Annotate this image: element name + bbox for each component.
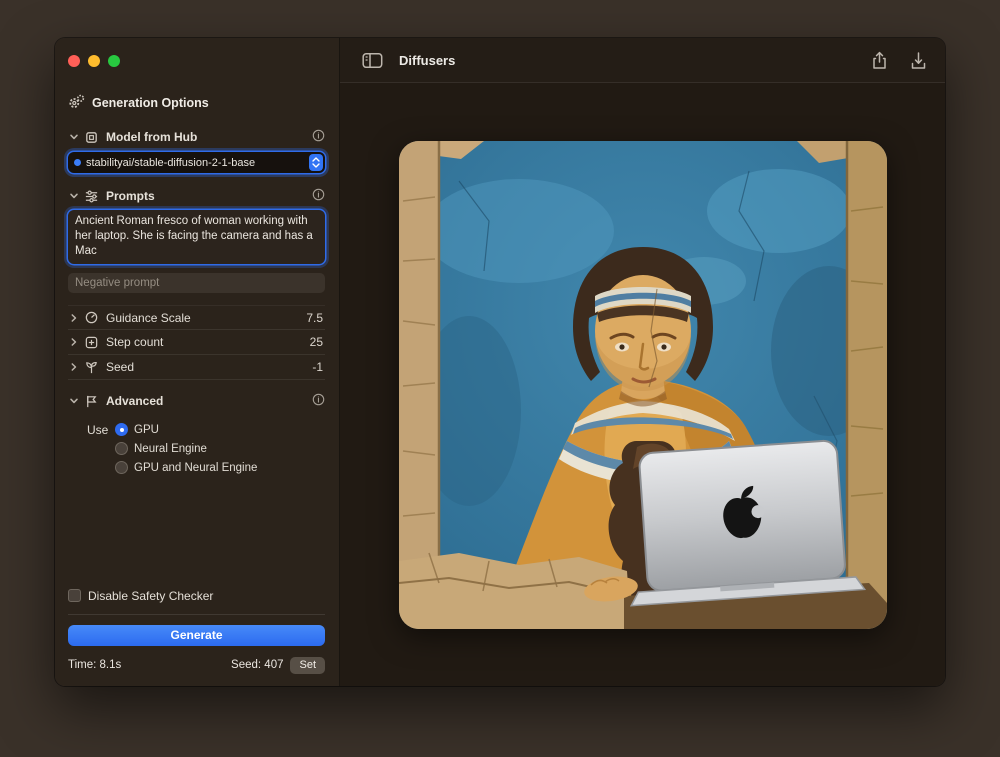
step-count-icon [84,335,101,350]
prompt-input[interactable]: Ancient Roman fresco of woman working wi… [68,210,325,264]
advanced-section-row[interactable]: Advanced i [68,391,325,411]
time-status: Time: 8.1s [68,659,121,671]
stepper-icon[interactable] [309,154,323,171]
seed-icon [84,360,101,375]
window-title: Diffusers [399,53,455,68]
flag-icon [84,394,101,409]
model-dropdown-value: stabilityai/stable-diffusion-2-1-base [86,157,309,169]
safety-checkbox[interactable] [68,589,81,602]
advanced-section-label: Advanced [106,394,163,408]
radio-row-gpu-and-neural-engine[interactable]: GPU and Neural Engine [87,458,325,477]
radio-gpu-label: GPU [134,424,159,436]
model-section-label: Model from Hub [106,130,197,144]
sidebar-toggle-icon[interactable] [362,52,383,69]
radio-gpu-and-neural-engine-label: GPU and Neural Engine [134,462,257,474]
chevron-right-icon[interactable] [68,312,84,324]
gauge-icon [84,310,101,325]
safety-checker-row[interactable]: Disable Safety Checker [68,589,325,603]
generation-options-header: Generation Options [68,94,325,112]
divider [68,614,325,615]
gears-icon [68,94,85,112]
app-window: Generation Options Model from Hub i [55,38,945,686]
sidebar: Generation Options Model from Hub i [55,38,340,686]
step-count-row[interactable]: Step count 25 [68,330,325,355]
svg-text:i: i [317,131,319,140]
model-dropdown[interactable]: stabilityai/stable-diffusion-2-1-base [68,152,325,173]
parameter-list: Guidance Scale 7.5 Step count 25 [68,305,325,380]
chevron-right-icon[interactable] [68,336,84,348]
sliders-icon [84,189,101,204]
radio-row-neural-engine[interactable]: Neural Engine [87,439,325,458]
svg-text:i: i [317,190,319,199]
seed-row[interactable]: Seed -1 [68,355,325,380]
seed-label: Seed [106,360,134,374]
download-icon[interactable] [910,51,927,70]
status-bar: Time: 8.1s Seed: 407 Set [68,657,325,674]
step-count-label: Step count [106,335,163,349]
generation-options-title: Generation Options [92,96,209,110]
guidance-scale-value: 7.5 [306,311,325,325]
model-downloaded-dot [74,159,81,166]
window-controls [68,38,325,67]
fresco-illustration [399,141,887,629]
radio-gpu[interactable] [115,423,128,436]
prompts-section-label: Prompts [106,189,155,203]
info-icon[interactable]: i [312,393,325,409]
radio-gpu-and-neural-engine[interactable] [115,461,128,474]
toolbar: Diffusers [340,38,945,83]
seed-status: Seed: 407 [231,659,283,671]
negative-prompt-input[interactable] [68,273,325,293]
seed-value: -1 [312,360,325,374]
generated-image[interactable] [399,141,887,629]
info-icon[interactable]: i [312,188,325,204]
close-icon[interactable] [68,55,80,67]
radio-row-gpu[interactable]: Use GPU [87,420,325,439]
image-canvas [340,83,945,686]
chevron-down-icon[interactable] [68,131,84,143]
prompts-section-row[interactable]: Prompts i [68,186,325,206]
chevron-down-icon[interactable] [68,395,84,407]
guidance-scale-row[interactable]: Guidance Scale 7.5 [68,305,325,330]
chevron-down-icon[interactable] [68,190,84,202]
zoom-icon[interactable] [108,55,120,67]
guidance-scale-label: Guidance Scale [106,311,191,325]
model-section-row[interactable]: Model from Hub i [68,127,325,147]
compute-unit-group: Use GPU Neural Engine GPU and Neural Eng… [68,420,325,477]
share-icon[interactable] [871,51,888,70]
chevron-right-icon[interactable] [68,361,84,373]
chip-icon [84,130,101,145]
main-area: Diffusers [340,38,945,686]
info-icon[interactable]: i [312,129,325,145]
use-label: Use [87,423,115,437]
radio-neural-engine[interactable] [115,442,128,455]
svg-text:i: i [317,395,319,404]
safety-checkbox-label: Disable Safety Checker [88,589,213,603]
minimize-icon[interactable] [88,55,100,67]
set-seed-button[interactable]: Set [290,657,325,674]
radio-neural-engine-label: Neural Engine [134,443,207,455]
generate-button[interactable]: Generate [68,625,325,646]
step-count-value: 25 [310,335,325,349]
